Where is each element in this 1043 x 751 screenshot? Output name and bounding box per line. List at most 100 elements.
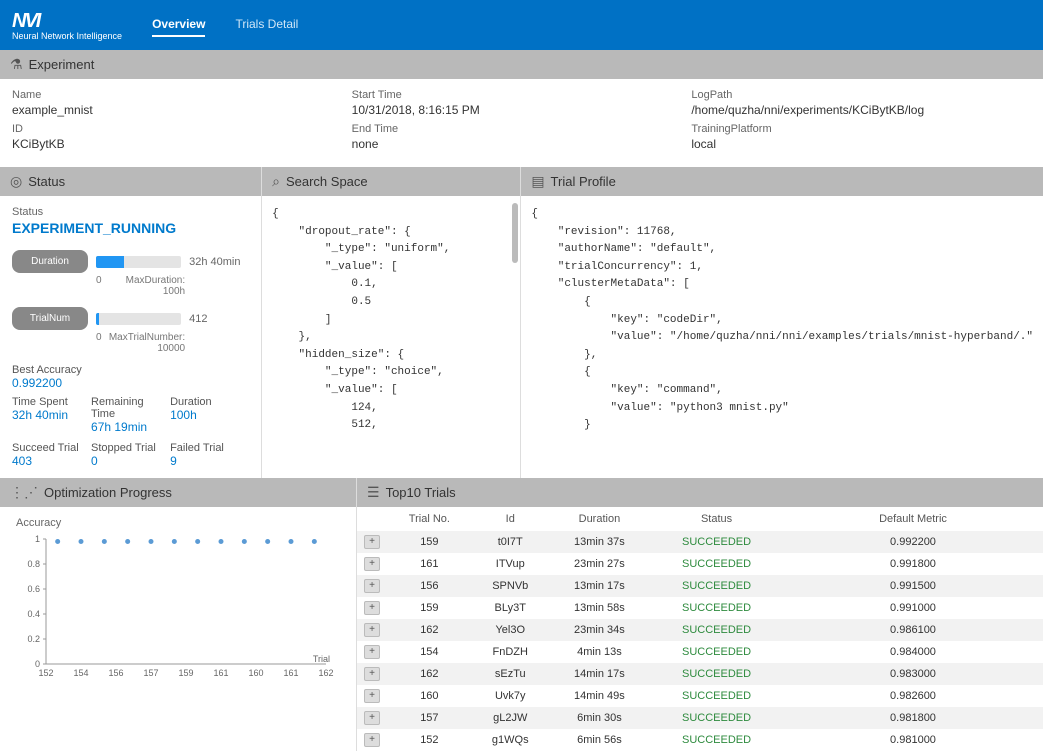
cell-status: SUCCEEDED [650,619,783,641]
expand-button[interactable]: + [364,535,380,549]
cell-id: gL2JW [472,707,549,729]
cell-id: FnDZH [472,641,549,663]
expand-button[interactable]: + [364,733,380,747]
accuracy-chart: 00.20.40.60.8115215415615715916116016116… [16,529,336,689]
svg-text:162: 162 [318,668,333,678]
failed-label: Failed Trial [170,442,249,454]
section-trial-profile: ▤ Trial Profile [521,167,1043,196]
search-space-content[interactable]: { "dropout_rate": { "_type": "uniform", … [262,196,520,436]
status-value: EXPERIMENT_RUNNING [12,220,249,236]
cell-trial-no: 159 [387,531,472,553]
cell-id: Uvk7y [472,685,549,707]
section-title: Status [28,174,65,189]
search-icon: ⌕ [272,173,280,190]
table-row: +159BLy3T13min 58sSUCCEEDED0.991000 [357,597,1043,619]
cell-id: sEzTu [472,663,549,685]
best-acc: 0.992200 [12,376,249,390]
cell-id: Yel3O [472,619,549,641]
cell-status: SUCCEEDED [650,685,783,707]
cell-status: SUCCEEDED [650,707,783,729]
tab-trials-detail[interactable]: Trials Detail [235,13,298,37]
expand-button[interactable]: + [364,689,380,703]
table-row: +160Uvk7y14min 49sSUCCEEDED0.982600 [357,685,1043,707]
expand-button[interactable]: + [364,579,380,593]
optimization-chart: Accuracy 00.20.40.60.8115215415615715916… [0,507,356,697]
svg-text:152: 152 [38,668,53,678]
cell-trial-no: 162 [387,663,472,685]
cell-metric: 0.991000 [783,597,1043,619]
succeed-label: Succeed Trial [12,442,91,454]
remaining-label: Remaining Time [91,396,170,420]
cell-metric: 0.984000 [783,641,1043,663]
svg-text:156: 156 [108,668,123,678]
cell-duration: 23min 34s [549,619,650,641]
expand-button[interactable]: + [364,601,380,615]
cell-duration: 14min 17s [549,663,650,685]
col-id: Id [472,507,549,531]
cell-trial-no: 162 [387,619,472,641]
svg-text:160: 160 [248,668,263,678]
scrollbar[interactable] [512,203,518,263]
logo: NVI Neural Network Intelligence [12,10,122,41]
cell-duration: 6min 56s [549,729,650,751]
svg-text:0.8: 0.8 [27,559,40,569]
duration-badge: Duration [12,250,88,273]
tab-overview[interactable]: Overview [152,13,205,37]
meta-end: none [352,137,692,151]
cell-status: SUCCEEDED [650,575,783,597]
trialnum-badge: TrialNum [12,307,88,330]
tabs: Overview Trials Detail [152,13,298,37]
section-title: Experiment [29,57,95,72]
trial-profile-content[interactable]: { "revision": 11768, "authorName": "defa… [521,196,1043,436]
table-row: +154FnDZH4min 13sSUCCEEDED0.984000 [357,641,1043,663]
cell-trial-no: 152 [387,729,472,751]
experiment-meta: Name example_mnist ID KCiBytKB Start Tim… [0,79,1043,167]
status-label: Status [12,206,249,218]
logo-text: Neural Network Intelligence [12,31,122,41]
table-row: +162Yel3O23min 34sSUCCEEDED0.986100 [357,619,1043,641]
cell-duration: 13min 17s [549,575,650,597]
stopped-label: Stopped Trial [91,442,170,454]
top10-table: Trial No. Id Duration Status Default Met… [357,507,1043,751]
table-row: +157gL2JW6min 30sSUCCEEDED0.981800 [357,707,1043,729]
svg-text:161: 161 [213,668,228,678]
cell-metric: 0.981000 [783,729,1043,751]
cell-trial-no: 157 [387,707,472,729]
section-status: ◎ Status [0,167,261,196]
svg-text:0.6: 0.6 [27,584,40,594]
cell-metric: 0.983000 [783,663,1043,685]
expand-button[interactable]: + [364,557,380,571]
col-metric: Default Metric [783,507,1043,531]
expand-button[interactable]: + [364,711,380,725]
duration-bar [96,256,181,268]
time-spent: 32h 40min [12,408,91,422]
svg-text:1: 1 [35,534,40,544]
expand-button[interactable]: + [364,667,380,681]
cell-id: BLy3T [472,597,549,619]
trialnum-bar [96,313,181,325]
section-title: Trial Profile [551,174,616,189]
trialnum-text: 412 [189,313,249,325]
cell-metric: 0.992200 [783,531,1043,553]
meta-start: 10/31/2018, 8:16:15 PM [352,103,692,117]
cell-status: SUCCEEDED [650,553,783,575]
expand-button[interactable]: + [364,623,380,637]
cell-metric: 0.982600 [783,685,1043,707]
succeed: 403 [12,454,91,468]
expand-button[interactable]: + [364,645,380,659]
cell-id: g1WQs [472,729,549,751]
table-row: +159t0I7T13min 37sSUCCEEDED0.992200 [357,531,1043,553]
cell-duration: 14min 49s [549,685,650,707]
section-title: Top10 Trials [386,485,456,500]
svg-text:154: 154 [73,668,88,678]
table-row: +156SPNVb13min 17sSUCCEEDED0.991500 [357,575,1043,597]
flask-icon: ⚗ [10,56,23,73]
svg-text:157: 157 [143,668,158,678]
stopped: 0 [91,454,170,468]
meta-platform-label: TrainingPlatform [691,123,1031,135]
cell-id: ITVup [472,553,549,575]
cell-status: SUCCEEDED [650,531,783,553]
cell-trial-no: 154 [387,641,472,663]
cell-metric: 0.991800 [783,553,1043,575]
cell-metric: 0.991500 [783,575,1043,597]
